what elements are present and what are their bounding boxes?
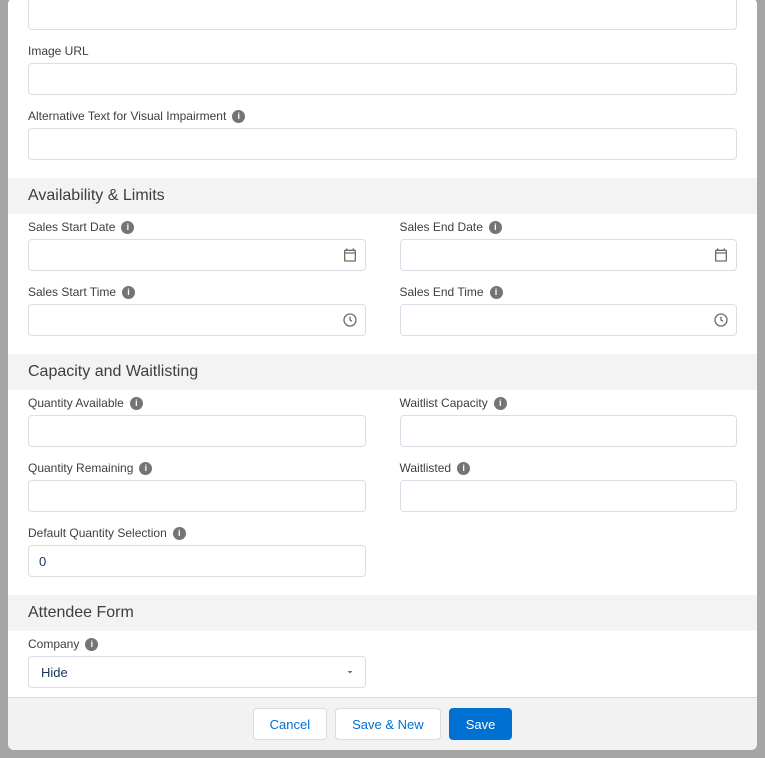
info-icon: i (85, 638, 98, 651)
sales-end-time-label: Sales End Time (400, 285, 484, 299)
unlabeled-top-input[interactable] (28, 0, 737, 30)
sales-start-time-label: Sales Start Time (28, 285, 116, 299)
info-icon: i (232, 110, 245, 123)
section-attendee: Attendee Form (8, 595, 757, 631)
info-icon: i (457, 462, 470, 475)
qty-available-label: Quantity Available (28, 396, 124, 410)
sales-start-date-label: Sales Start Date (28, 220, 115, 234)
section-capacity: Capacity and Waitlisting (8, 354, 757, 390)
default-qty-input[interactable] (28, 545, 366, 577)
waitlist-capacity-input[interactable] (400, 415, 738, 447)
waitlist-capacity-label: Waitlist Capacity (400, 396, 488, 410)
info-icon: i (121, 221, 134, 234)
info-icon: i (173, 527, 186, 540)
sales-end-time-input[interactable] (400, 304, 738, 336)
sales-end-date-label: Sales End Date (400, 220, 483, 234)
alt-text-input[interactable] (28, 128, 737, 160)
company-select[interactable]: Hide (28, 656, 366, 688)
company-label: Company (28, 637, 79, 651)
info-icon: i (490, 286, 503, 299)
image-url-label: Image URL (28, 44, 89, 58)
default-qty-label: Default Quantity Selection (28, 526, 167, 540)
modal-dialog: Image URL Alternative Text for Visual Im… (8, 0, 757, 750)
sales-start-time-input[interactable] (28, 304, 366, 336)
modal-footer: Cancel Save & New Save (8, 697, 757, 750)
save-and-new-button[interactable]: Save & New (335, 708, 441, 740)
info-icon: i (489, 221, 502, 234)
qty-remaining-label: Quantity Remaining (28, 461, 133, 475)
sales-start-date-input[interactable] (28, 239, 366, 271)
waitlisted-input[interactable] (400, 480, 738, 512)
qty-available-input[interactable] (28, 415, 366, 447)
cancel-button[interactable]: Cancel (253, 708, 327, 740)
alt-text-label: Alternative Text for Visual Impairment (28, 109, 226, 123)
sales-end-date-input[interactable] (400, 239, 738, 271)
waitlisted-label: Waitlisted (400, 461, 452, 475)
image-url-input[interactable] (28, 63, 737, 95)
info-icon: i (139, 462, 152, 475)
modal-body: Image URL Alternative Text for Visual Im… (8, 0, 757, 750)
info-icon: i (494, 397, 507, 410)
section-availability: Availability & Limits (8, 178, 757, 214)
info-icon: i (122, 286, 135, 299)
qty-remaining-input[interactable] (28, 480, 366, 512)
info-icon: i (130, 397, 143, 410)
save-button[interactable]: Save (449, 708, 513, 740)
